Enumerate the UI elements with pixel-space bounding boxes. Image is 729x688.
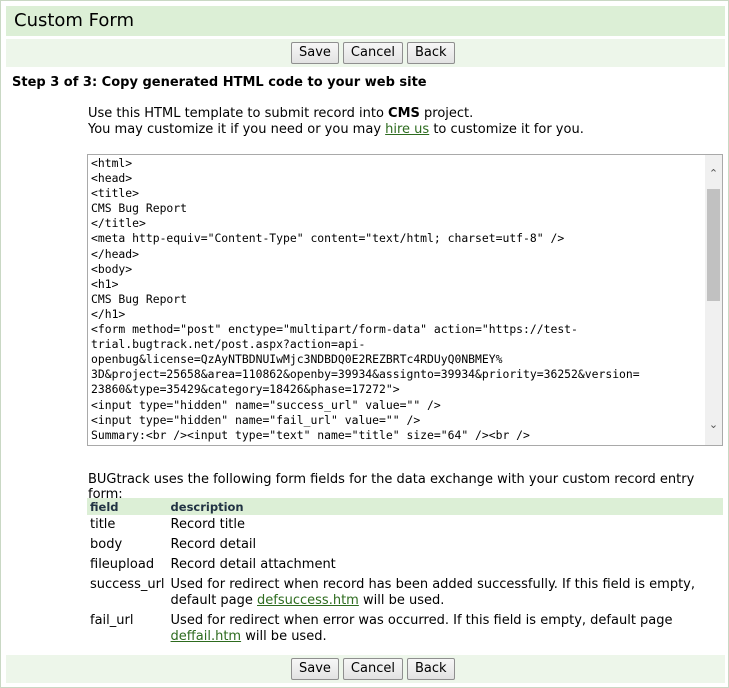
intro-line-2-prefix: You may customize it if you need or you … [88,122,386,137]
cancel-button-bottom[interactable]: Cancel [342,658,403,680]
defsuccess-link[interactable]: defsuccess.htm [257,593,359,608]
intro-text: Use this HTML template to submit record … [88,106,584,138]
save-button-bottom[interactable]: Save [291,658,339,680]
header-field: field [87,498,168,515]
field-description: Used for redirect when error was occurre… [168,611,723,647]
top-button-bar: Save Cancel Back [6,39,725,67]
chevron-down-icon[interactable]: ⌄ [705,416,722,433]
intro-line-2: You may customize it if you need or you … [88,122,584,138]
chevron-up-icon[interactable]: ⌃ [705,165,722,182]
table-row: success_url Used for redirect when recor… [87,575,723,611]
field-description: Record detail [170,537,257,552]
field-name: title [90,517,116,532]
field-name: body [90,537,123,552]
table-row: body Record detail [87,535,723,555]
project-name: CMS [388,106,420,121]
deffail-link[interactable]: deffail.htm [171,629,242,644]
back-button-top[interactable]: Back [406,42,455,64]
header-description: description [167,498,723,515]
field-name: fileupload [90,557,155,572]
intro-line-1: Use this HTML template to submit record … [88,106,584,122]
bottom-button-bar: Save Cancel Back [6,655,725,683]
save-button-top[interactable]: Save [291,42,339,64]
field-description: Used for redirect when record has been a… [168,575,723,611]
step-heading: Step 3 of 3: Copy generated HTML code to… [12,75,427,90]
description-prefix: Used for redirect when error was occurre… [170,613,673,628]
table-row: title Record title [87,515,723,535]
field-description: Record detail attachment [170,557,336,572]
code-scrollbar[interactable]: ⌃ ⌄ [705,155,722,445]
intro-line-1-suffix: project. [419,106,474,121]
page-title: Custom Form [14,10,135,31]
back-button-bottom[interactable]: Back [406,658,455,680]
field-name: success_url [90,577,165,592]
fields-table-header: field description [87,498,723,515]
field-name: fail_url [90,613,134,628]
table-row: fileupload Record detail attachment [87,555,723,575]
html-code-content: <html> <head> <title> CMS Bug Report </t… [91,156,640,445]
field-description: Record title [170,517,246,532]
cancel-button-top[interactable]: Cancel [342,42,403,64]
hire-us-link[interactable]: hire us [385,122,429,137]
description-suffix: will be used. [241,629,327,644]
intro-line-2-suffix: to customize it for you. [429,122,584,137]
custom-form-window: Custom Form Save Cancel Back Step 3 of 3… [0,0,729,688]
table-row: fail_url Used for redirect when error wa… [87,611,723,647]
description-suffix: will be used. [358,593,445,608]
title-bar: Custom Form [6,6,725,36]
scroll-thumb[interactable] [707,189,720,301]
html-code-textarea[interactable]: <html> <head> <title> CMS Bug Report </t… [87,154,723,446]
intro-line-1-prefix: Use this HTML template to submit record … [88,106,389,121]
fields-table: field description title Record title bod… [87,498,723,647]
